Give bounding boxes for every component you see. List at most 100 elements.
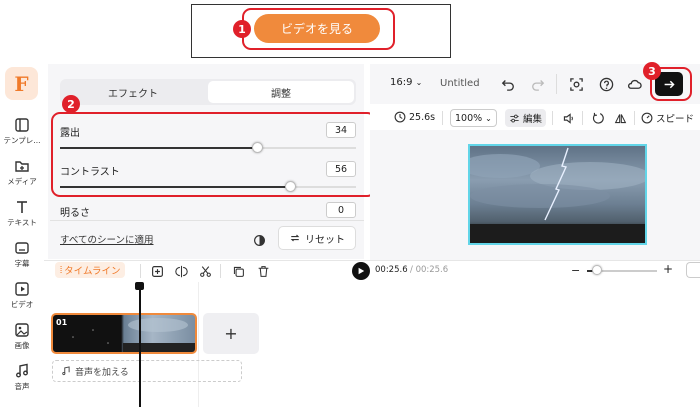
cut-button[interactable] (197, 263, 213, 279)
duplicate-button[interactable] (230, 263, 246, 279)
sidebar-item-label: ビデオ (10, 300, 34, 309)
video-clip[interactable] (51, 313, 197, 354)
project-title[interactable]: Untitled (440, 78, 480, 89)
video-icon (15, 282, 29, 296)
compare-toggle[interactable] (253, 232, 266, 246)
rotate-button[interactable] (590, 110, 606, 126)
volume-button[interactable] (560, 110, 576, 126)
play-button[interactable] (352, 262, 370, 280)
step-badge-1: 1 (233, 20, 251, 38)
speaker-icon (563, 112, 573, 124)
zoom-in-button[interactable]: + (663, 262, 673, 276)
sidebar-item-images[interactable]: 画像 (0, 322, 44, 351)
redo-icon (532, 80, 545, 91)
undo-icon (501, 80, 514, 91)
timeline-toggle[interactable]: ⦙ タイムライン (55, 262, 126, 278)
tab-effects[interactable]: エフェクト (60, 79, 206, 105)
zoom-out-button[interactable]: − (571, 264, 580, 277)
toolbar-divider (634, 111, 635, 125)
redo-button[interactable] (530, 76, 546, 92)
video-preview[interactable] (468, 144, 647, 245)
app-root: ビデオを見る 1 F テンプレ... メディア テキスト 字幕 ビデオ 画像 音… (0, 0, 700, 407)
toolbar-divider (582, 111, 583, 125)
duration-control[interactable]: 25.6s (394, 111, 435, 123)
image-icon (15, 323, 29, 337)
aspect-ratio-select[interactable]: 16:9 ⌄ (390, 77, 422, 88)
sidebar-item-templates[interactable]: テンプレ... (0, 117, 44, 146)
edit-button[interactable]: 編集 (505, 109, 547, 127)
add-audio-button[interactable]: 音声を加える (52, 360, 242, 382)
watch-video-button[interactable]: ビデオを見る (254, 14, 380, 43)
timeline-label: タイムライン (64, 266, 121, 277)
cloud-button[interactable] (626, 76, 642, 92)
exposure-value[interactable]: 34 (326, 122, 356, 138)
help-button[interactable] (598, 76, 614, 92)
tab-adjust[interactable]: 調整 (208, 81, 354, 103)
topbar-divider (556, 74, 557, 94)
apply-all-scenes-link[interactable]: すべてのシーンに適用 (60, 232, 153, 246)
flip-icon (614, 113, 626, 123)
add-audio-label: 音声を加える (75, 367, 129, 378)
sidebar-item-label: テキスト (7, 218, 37, 227)
contrast-slider-track[interactable] (290, 186, 356, 188)
lightning-scene (470, 147, 645, 243)
speed-button[interactable]: スピード (641, 111, 694, 125)
zoom-select[interactable]: 100% ⌄ (450, 109, 497, 127)
toolbar-divider (140, 264, 141, 278)
aspect-ratio-value: 16:9 (390, 77, 413, 88)
chevron-down-icon: ⌄ (485, 113, 492, 123)
total-time: / 00:25.6 (410, 265, 449, 275)
screenshot-button[interactable] (568, 76, 584, 92)
contrast-label: コントラスト (60, 167, 120, 178)
play-icon (358, 267, 365, 275)
clock-icon (394, 111, 406, 123)
fit-button[interactable] (686, 262, 700, 278)
speedometer-icon (641, 112, 653, 124)
trash-icon (258, 265, 268, 277)
reset-button[interactable]: リセット (278, 226, 356, 250)
exposure-slider-fill (60, 147, 258, 149)
contrast-slider-handle[interactable] (285, 181, 296, 192)
exposure-slider-track[interactable] (258, 147, 356, 149)
flip-button[interactable] (612, 110, 628, 126)
help-icon (599, 77, 613, 91)
sidebar-item-video[interactable]: ビデオ (0, 281, 44, 310)
timeline-icon: ⦙ (60, 264, 63, 276)
plus-icon: + (663, 262, 674, 276)
undo-button[interactable] (500, 76, 516, 92)
sidebar-item-audio[interactable]: 音声 (0, 363, 44, 392)
add-scene-button[interactable] (149, 263, 165, 279)
plus-square-icon (151, 265, 163, 277)
toolbar-divider (552, 111, 553, 125)
add-clip-button[interactable]: + (203, 313, 259, 354)
text-icon (17, 201, 27, 213)
exposure-label: 露出 (60, 128, 80, 139)
chevron-down-icon: ⌄ (415, 78, 423, 87)
clip-number: 01 (56, 318, 68, 327)
playhead-line[interactable] (139, 284, 141, 407)
folder-plus-icon (15, 161, 29, 172)
rotate-icon (592, 112, 604, 124)
capture-icon (569, 77, 583, 91)
template-icon (15, 118, 29, 132)
reset-label: リセット (305, 234, 345, 246)
minus-icon: − (571, 264, 581, 277)
left-sidebar (0, 60, 44, 407)
sidebar-item-media[interactable]: メディア (0, 158, 44, 187)
copy-icon (233, 266, 244, 277)
split-button[interactable] (173, 263, 189, 279)
playhead-handle[interactable] (135, 282, 144, 290)
delete-button[interactable] (255, 263, 271, 279)
contrast-value[interactable]: 56 (326, 161, 356, 177)
toolbar-divider (442, 111, 443, 125)
timeline-zoom-handle[interactable] (592, 265, 602, 275)
brightness-value[interactable]: 0 (326, 202, 356, 218)
sidebar-item-text[interactable]: テキスト (0, 199, 44, 228)
exposure-slider-handle[interactable] (252, 142, 263, 153)
toolbar-divider (220, 264, 221, 278)
contrast-slider-fill (60, 186, 290, 188)
sidebar-item-subtitles[interactable]: 字幕 (0, 240, 44, 269)
zoom-value: 100% (455, 112, 483, 124)
arrow-right-icon (664, 80, 675, 88)
sidebar-item-label: 字幕 (14, 259, 30, 268)
